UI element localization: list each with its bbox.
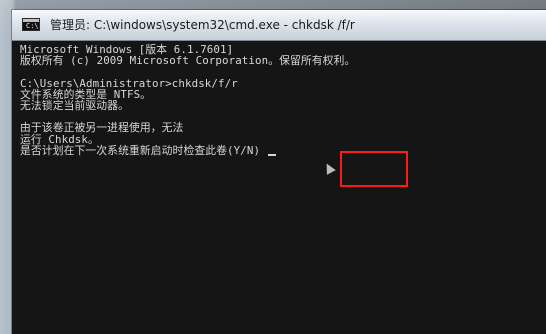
console-line-8: 是否计划在下一次系统重新启动时检查此卷(Y/N): [20, 145, 540, 156]
schedule-check-question: 是否计划在下一次系统重新启动时检查此卷: [20, 144, 228, 158]
console-output[interactable]: Microsoft Windows [版本 6.1.7601] 版权所有 (c)…: [20, 44, 540, 324]
console-spacer-1: [20, 67, 540, 78]
console-line-2: 版权所有 (c) 2009 Microsoft Corporation。保留所有…: [20, 54, 356, 68]
yn-choice: (Y/N): [227, 144, 261, 158]
text-cursor: [268, 154, 277, 157]
command-prompt-window: C:\ 管理员: C:\windows\system32\cmd.exe - c…: [12, 10, 546, 334]
cmd-prompt-icon: C:\: [26, 22, 39, 30]
yn-highlight-box: [340, 151, 408, 187]
window-titlebar[interactable]: C:\ 管理员: C:\windows\system32\cmd.exe - c…: [12, 10, 546, 41]
console-line-5: 无法锁定当前驱动器。: [20, 99, 129, 113]
cmd-window-icon: C:\: [22, 18, 40, 31]
window-title: 管理员: C:\windows\system32\cmd.exe - chkds…: [50, 18, 355, 32]
